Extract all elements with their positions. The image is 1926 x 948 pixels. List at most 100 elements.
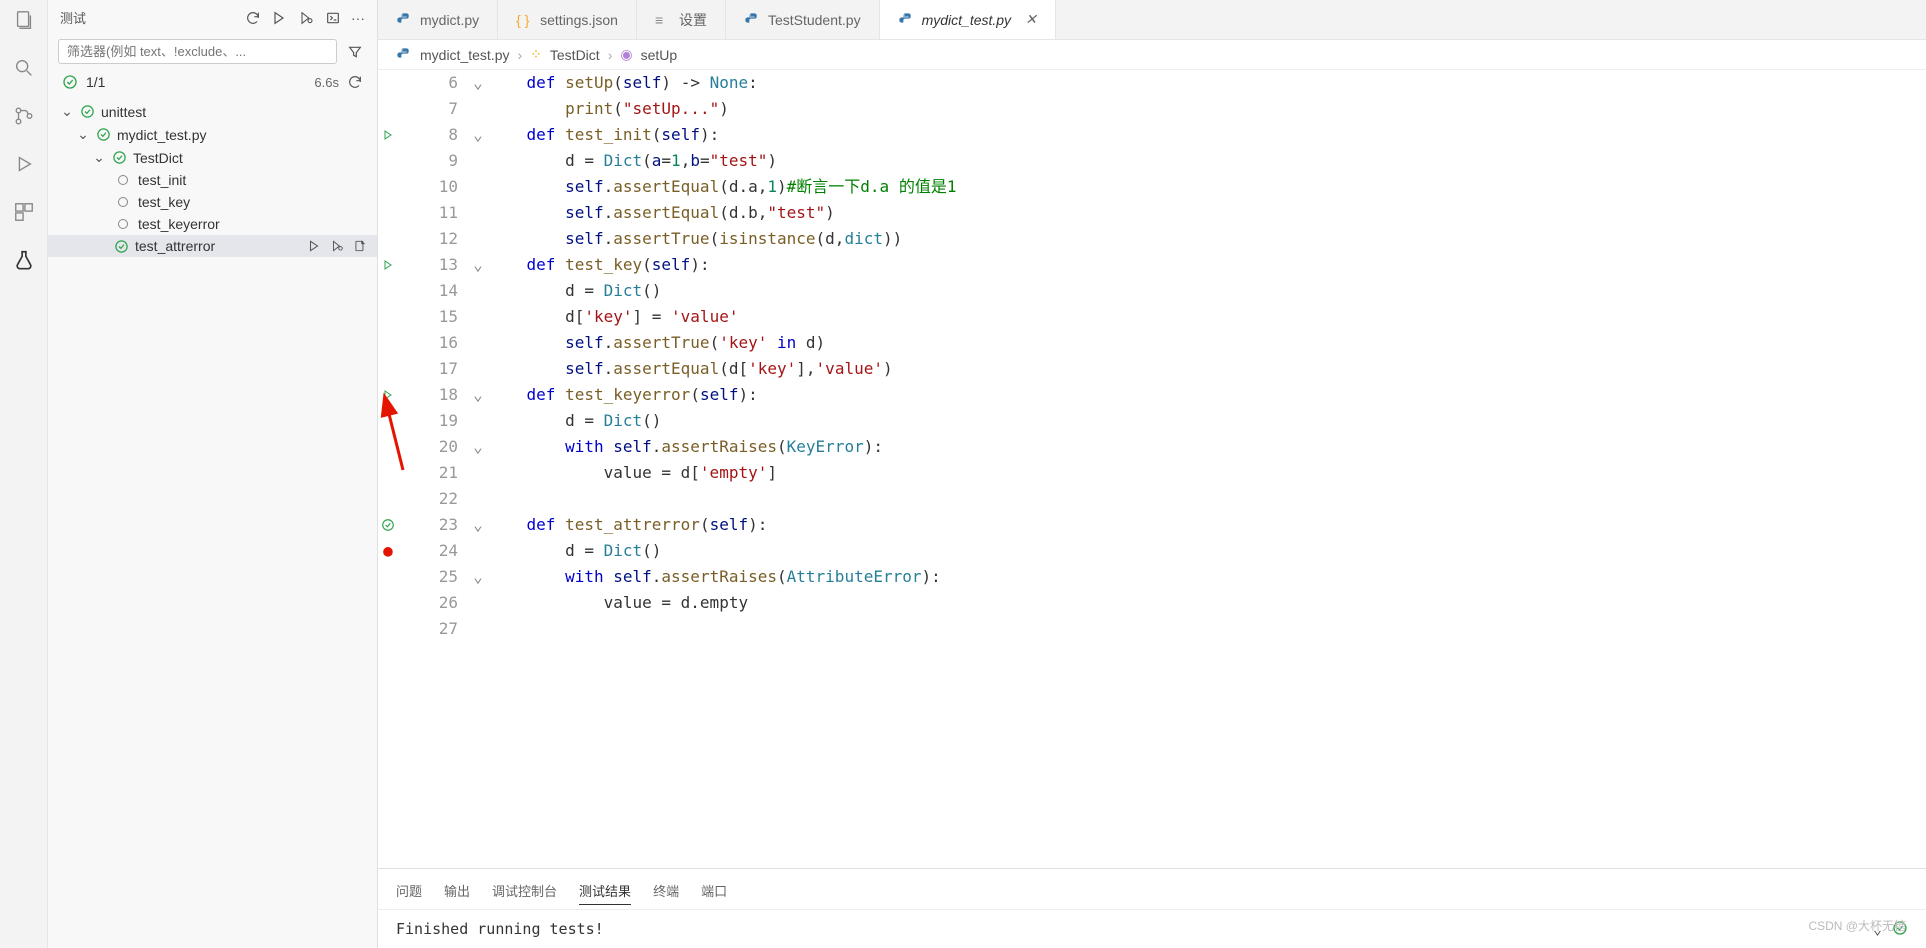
tab-settings-json[interactable]: { } settings.json [498, 0, 637, 39]
pass-icon [114, 239, 129, 254]
python-icon [396, 12, 412, 28]
watermark: CSDN @大杯无糖 [1808, 917, 1906, 934]
tab-mydict_test-py[interactable]: mydict_test.py ✕ [880, 0, 1056, 39]
tree-test-keyerror[interactable]: test_keyerror [48, 213, 377, 235]
run-test-gutter-icon[interactable] [382, 389, 394, 401]
source-control-icon[interactable] [12, 104, 36, 128]
bottom-tabs: 问题输出调试控制台测试结果终端端口 [378, 869, 1926, 910]
refresh-icon[interactable] [245, 10, 261, 26]
run-all-icon[interactable] [271, 10, 287, 26]
testing-icon[interactable] [12, 248, 36, 272]
pass-icon [80, 104, 95, 119]
filter-icon[interactable] [343, 40, 367, 64]
test-output: Finished running tests! [396, 920, 1873, 938]
json-icon: { } [516, 12, 532, 28]
files-icon[interactable] [12, 8, 36, 32]
fold-icon[interactable]: ⌄ [473, 564, 483, 590]
tab-label: TestStudent.py [768, 12, 861, 28]
chevron-right-icon: › [608, 47, 613, 63]
bottom-tab[interactable]: 测试结果 [579, 877, 631, 905]
code-editor[interactable]: ● 67891011121314151617181920212223242526… [378, 70, 1926, 868]
tab-设置[interactable]: ≡ 设置 [637, 0, 726, 39]
bottom-tab[interactable]: 端口 [701, 877, 727, 905]
tree-label: TestDict [133, 150, 183, 166]
tab-label: mydict.py [420, 12, 479, 28]
test-summary: 1/1 6.6s [48, 68, 377, 96]
class-icon: ⁘ [530, 46, 542, 63]
run-test-gutter-icon[interactable] [382, 259, 394, 271]
tree-test-key[interactable]: test_key [48, 191, 377, 213]
chevron-down-icon: ⌄ [92, 149, 106, 166]
tree-file[interactable]: ⌄ mydict_test.py [48, 123, 377, 146]
extensions-icon[interactable] [12, 200, 36, 224]
not-run-icon [114, 219, 132, 229]
panel-header: 测试 ··· [48, 0, 377, 35]
breadcrumb-class: TestDict [550, 47, 600, 63]
close-icon[interactable]: ✕ [1025, 11, 1037, 28]
tree-class[interactable]: ⌄ TestDict [48, 146, 377, 169]
tab-TestStudent-py[interactable]: TestStudent.py [726, 0, 880, 39]
settings-icon: ≡ [655, 12, 671, 28]
debug-all-icon[interactable] [297, 10, 315, 26]
bottom-panel: 问题输出调试控制台测试结果终端端口 Finished running tests… [378, 868, 1926, 948]
fold-icon[interactable]: ⌄ [473, 434, 483, 460]
breadcrumb-method: setUp [641, 47, 678, 63]
tree-label: mydict_test.py [117, 127, 206, 143]
debug-test-icon[interactable] [329, 239, 345, 253]
summary-time: 6.6s [314, 75, 339, 90]
tab-label: 设置 [679, 10, 707, 30]
bottom-tab[interactable]: 终端 [653, 877, 679, 905]
bottom-tab[interactable]: 调试控制台 [492, 877, 557, 905]
run-test-icon[interactable] [307, 239, 321, 253]
run-test-gutter-icon[interactable] [382, 129, 394, 141]
not-run-icon [114, 175, 132, 185]
breadcrumb[interactable]: mydict_test.py › ⁘ TestDict › ◉ setUp [378, 40, 1926, 70]
panel-title: 测试 [60, 8, 237, 27]
run-debug-icon[interactable] [12, 152, 36, 176]
pass-icon [62, 74, 78, 90]
fold-icon[interactable]: ⌄ [473, 512, 483, 538]
chevron-down-icon: ⌄ [60, 103, 74, 120]
tree-test-attrerror[interactable]: test_attrerror [48, 235, 377, 257]
pass-icon [96, 127, 111, 142]
not-run-icon [114, 197, 132, 207]
summary-count: 1/1 [86, 74, 306, 90]
breakpoint-icon[interactable]: ● [383, 538, 393, 564]
tree-label: test_init [138, 172, 186, 188]
python-icon [396, 47, 412, 63]
tree-label: test_keyerror [138, 216, 220, 232]
python-icon [898, 12, 914, 28]
goto-test-icon[interactable] [353, 239, 367, 253]
editor-tabs: mydict.py { } settings.json ≡ 设置 TestStudent.… [378, 0, 1926, 40]
main-area: mydict.py { } settings.json ≡ 设置 TestStudent.… [378, 0, 1926, 948]
tab-label: settings.json [540, 12, 618, 28]
filter-input[interactable] [58, 39, 337, 64]
tab-label: mydict_test.py [922, 12, 1011, 28]
fold-icon[interactable]: ⌄ [473, 252, 483, 278]
search-icon[interactable] [12, 56, 36, 80]
method-icon: ◉ [620, 46, 632, 63]
bottom-tab[interactable]: 输出 [444, 877, 470, 905]
test-side-panel: 测试 ··· 1/1 6.6s ⌄ unittest [48, 0, 378, 948]
tab-mydict-py[interactable]: mydict.py [378, 0, 498, 39]
python-icon [744, 12, 760, 28]
tree-label: test_key [138, 194, 190, 210]
show-output-icon[interactable] [325, 10, 341, 26]
test-tree: ⌄ unittest ⌄ mydict_test.py ⌄ TestDict t… [48, 96, 377, 261]
fold-icon[interactable]: ⌄ [473, 70, 483, 96]
bottom-tab[interactable]: 问题 [396, 877, 422, 905]
breadcrumb-file: mydict_test.py [420, 47, 509, 63]
more-icon[interactable]: ··· [351, 10, 365, 26]
tree-test-init[interactable]: test_init [48, 169, 377, 191]
pass-icon [112, 150, 127, 165]
tree-root-unittest[interactable]: ⌄ unittest [48, 100, 377, 123]
pass-gutter-icon[interactable] [381, 518, 395, 532]
tree-label: test_attrerror [135, 238, 215, 254]
rerun-icon[interactable] [347, 74, 363, 90]
activity-bar [0, 0, 48, 948]
fold-icon[interactable]: ⌄ [473, 122, 483, 148]
chevron-right-icon: › [517, 47, 522, 63]
fold-icon[interactable]: ⌄ [473, 382, 483, 408]
chevron-down-icon: ⌄ [76, 126, 90, 143]
tree-label: unittest [101, 104, 146, 120]
